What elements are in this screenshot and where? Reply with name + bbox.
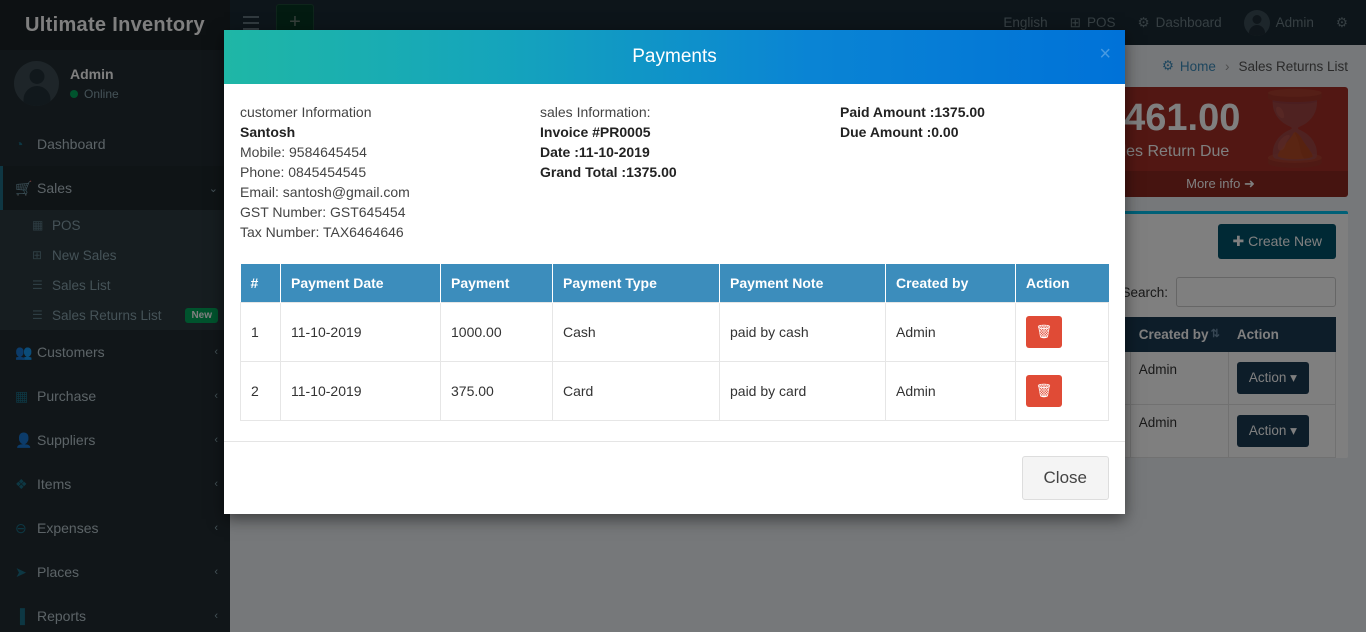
payments-table-header-row: # Payment Date Payment Payment Type Paym… bbox=[241, 264, 1109, 303]
th-created-by: Created by bbox=[886, 264, 1016, 303]
cell-payment-date: 11-10-2019 bbox=[281, 362, 441, 421]
sales-invoice-number: Invoice #PR0005 bbox=[540, 122, 840, 142]
th-payment-note: Payment Note bbox=[720, 264, 886, 303]
customer-information-block: customer Information Santosh Mobile: 958… bbox=[240, 102, 540, 242]
cell-payment-date: 11-10-2019 bbox=[281, 303, 441, 362]
due-amount: Due Amount :0.00 bbox=[840, 122, 1109, 142]
th-payment: Payment bbox=[441, 264, 553, 303]
cell-payment: 1000.00 bbox=[441, 303, 553, 362]
cell-payment-type: Cash bbox=[553, 303, 720, 362]
payment-row: 111-10-20191000.00Cashpaid by cashAdmin 🗑 bbox=[241, 303, 1109, 362]
payment-row: 211-10-2019375.00Cardpaid by cardAdmin 🗑 bbox=[241, 362, 1109, 421]
th-number: # bbox=[241, 264, 281, 303]
customer-name: Santosh bbox=[240, 122, 540, 142]
th-payment-type: Payment Type bbox=[553, 264, 720, 303]
payments-modal: Payments × customer Information Santosh … bbox=[224, 30, 1125, 514]
customer-info-heading: customer Information bbox=[240, 102, 540, 122]
cell-action: 🗑 bbox=[1016, 303, 1109, 362]
delete-payment-button[interactable]: 🗑 bbox=[1026, 316, 1062, 348]
cell-number: 2 bbox=[241, 362, 281, 421]
modal-title: Payments bbox=[632, 46, 716, 68]
cell-created-by: Admin bbox=[886, 303, 1016, 362]
th-action: Action bbox=[1016, 264, 1109, 303]
customer-email: Email: santosh@gmail.com bbox=[240, 182, 540, 202]
cell-payment-note: paid by cash bbox=[720, 303, 886, 362]
cell-payment-type: Card bbox=[553, 362, 720, 421]
customer-tax-number: Tax Number: TAX6464646 bbox=[240, 222, 540, 242]
modal-body: customer Information Santosh Mobile: 958… bbox=[224, 84, 1125, 423]
trash-icon: 🗑 bbox=[1036, 324, 1053, 340]
close-icon[interactable]: × bbox=[1099, 44, 1111, 64]
info-row: customer Information Santosh Mobile: 958… bbox=[240, 102, 1109, 242]
paid-amount: Paid Amount :1375.00 bbox=[840, 102, 1109, 122]
sales-information-block: sales Information: Invoice #PR0005 Date … bbox=[540, 102, 840, 242]
close-button[interactable]: Close bbox=[1022, 456, 1109, 500]
customer-mobile: Mobile: 9584645454 bbox=[240, 142, 540, 162]
sales-grand-total: Grand Total :1375.00 bbox=[540, 162, 840, 182]
customer-gst-number: GST Number: GST645454 bbox=[240, 202, 540, 222]
payments-table: # Payment Date Payment Payment Type Paym… bbox=[240, 264, 1109, 421]
sales-date: Date :11-10-2019 bbox=[540, 142, 840, 162]
delete-payment-button[interactable]: 🗑 bbox=[1026, 375, 1062, 407]
cell-number: 1 bbox=[241, 303, 281, 362]
cell-payment-note: paid by card bbox=[720, 362, 886, 421]
modal-header: Payments × bbox=[224, 30, 1125, 84]
amounts-block: Paid Amount :1375.00 Due Amount :0.00 bbox=[840, 102, 1109, 242]
cell-action: 🗑 bbox=[1016, 362, 1109, 421]
th-payment-date: Payment Date bbox=[281, 264, 441, 303]
customer-phone: Phone: 0845454545 bbox=[240, 162, 540, 182]
cell-payment: 375.00 bbox=[441, 362, 553, 421]
sales-info-heading: sales Information: bbox=[540, 102, 840, 122]
modal-footer: Close bbox=[224, 441, 1125, 514]
cell-created-by: Admin bbox=[886, 362, 1016, 421]
trash-icon: 🗑 bbox=[1036, 383, 1053, 399]
